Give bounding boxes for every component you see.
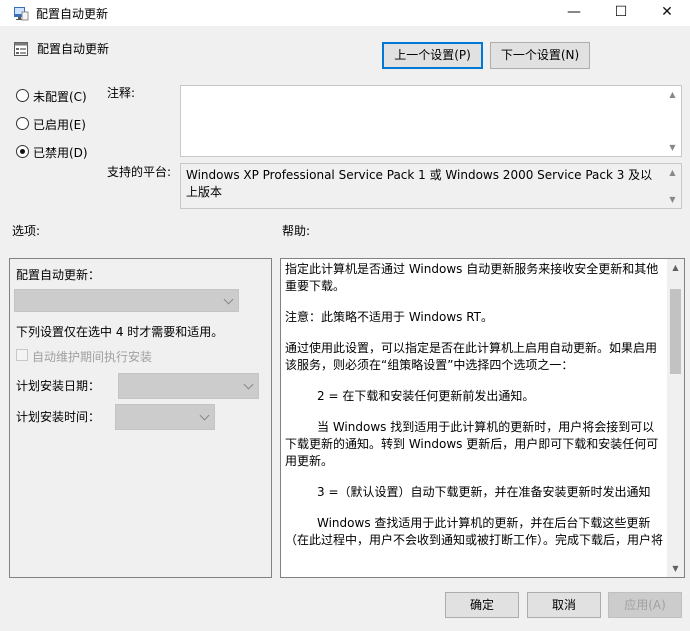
cancel-button[interactable]: 取消 bbox=[527, 592, 601, 618]
radio-label: 未配置(C) bbox=[33, 90, 87, 104]
title-bar: 配置自动更新 — ☐ ✕ bbox=[0, 0, 690, 26]
window-title: 配置自动更新 bbox=[36, 7, 109, 21]
policy-title: 配置自动更新 bbox=[37, 42, 110, 56]
scroll-up-arrow-icon[interactable]: ▲ bbox=[667, 259, 684, 276]
help-paragraph: 当 Windows 找到适用于此计算机的更新时，用户将会接到可以下载更新的通知。… bbox=[285, 420, 659, 468]
chevron-down-icon bbox=[223, 294, 234, 305]
close-button[interactable]: ✕ bbox=[644, 0, 690, 26]
next-setting-button[interactable]: 下一个设置(N) bbox=[490, 42, 590, 69]
configure-updates-select bbox=[14, 289, 239, 312]
checkbox-label: 自动维护期间执行安装 bbox=[32, 350, 153, 364]
policy-setting-icon bbox=[14, 42, 28, 56]
chevron-down-icon bbox=[199, 410, 210, 421]
previous-setting-button[interactable]: 上一个设置(P) bbox=[382, 42, 483, 69]
configure-updates-label: 配置自动更新： bbox=[16, 268, 101, 282]
platform-value: Windows XP Professional Service Pack 1 或… bbox=[186, 168, 653, 199]
install-day-label: 计划安装日期： bbox=[16, 379, 101, 393]
minimize-button[interactable]: — bbox=[551, 0, 597, 26]
platform-label: 支持的平台: bbox=[107, 165, 172, 179]
radio-circle[interactable] bbox=[16, 117, 29, 130]
radio-label: 已禁用(D) bbox=[33, 146, 88, 160]
help-panel: 指定此计算机是否通过 Windows 自动更新服务来接收安全更新和其他重要下载。… bbox=[280, 258, 685, 578]
scroll-down-arrow-icon[interactable]: ▼ bbox=[664, 191, 681, 208]
platform-field: Windows XP Professional Service Pack 1 或… bbox=[180, 163, 682, 209]
help-paragraph: 通过使用此设置，可以指定是否在此计算机上启用自动更新。如果启用该服务，则必须在“… bbox=[285, 341, 658, 372]
scroll-down-arrow-icon[interactable]: ▼ bbox=[664, 139, 681, 156]
help-paragraph: 注意：此策略不适用于 Windows RT。 bbox=[285, 310, 493, 324]
scroll-down-arrow-icon[interactable]: ▼ bbox=[667, 560, 684, 577]
options-section-label: 选项: bbox=[12, 224, 41, 238]
scroll-up-arrow-icon[interactable]: ▲ bbox=[664, 86, 681, 103]
radio-label: 已启用(E) bbox=[33, 118, 86, 132]
chevron-down-icon bbox=[243, 379, 254, 390]
options-note: 下列设置仅在选中 4 时才需要和适用。 bbox=[16, 325, 224, 339]
radio-circle[interactable] bbox=[16, 89, 29, 102]
install-time-select bbox=[115, 404, 215, 430]
help-scrollbar[interactable]: ▲ ▼ bbox=[667, 259, 684, 577]
help-paragraph: Windows 查找适用于此计算机的更新，并在后台下载这些更新（在此过程中，用户… bbox=[285, 516, 664, 547]
help-section-label: 帮助: bbox=[282, 224, 311, 238]
note-scrollbar[interactable]: ▲ ▼ bbox=[664, 86, 681, 156]
help-paragraph: 3 =（默认设置）自动下载更新，并在准备安装更新时发出通知 bbox=[317, 485, 651, 499]
group-policy-icon bbox=[14, 7, 29, 21]
note-textarea[interactable]: ▲ ▼ bbox=[180, 85, 682, 157]
note-label: 注释: bbox=[107, 86, 136, 100]
help-paragraph: 指定此计算机是否通过 Windows 自动更新服务来接收安全更新和其他重要下载。 bbox=[285, 262, 659, 293]
help-text: 指定此计算机是否通过 Windows 自动更新服务来接收安全更新和其他重要下载。… bbox=[285, 261, 665, 563]
scroll-thumb[interactable] bbox=[670, 289, 681, 374]
help-paragraph: 2 = 在下载和安装任何更新前发出通知。 bbox=[317, 389, 535, 403]
checkbox-box bbox=[16, 349, 28, 361]
radio-circle[interactable] bbox=[16, 145, 29, 158]
apply-button[interactable]: 应用(A) bbox=[608, 592, 682, 618]
maximize-button[interactable]: ☐ bbox=[598, 0, 644, 26]
install-time-label: 计划安装时间： bbox=[16, 410, 101, 424]
install-day-select bbox=[118, 373, 259, 399]
options-panel: 配置自动更新： 下列设置仅在选中 4 时才需要和适用。 自动维护期间执行安装 计… bbox=[9, 258, 272, 578]
platform-scrollbar[interactable]: ▲ ▼ bbox=[664, 164, 681, 208]
scroll-up-arrow-icon[interactable]: ▲ bbox=[664, 164, 681, 181]
ok-button[interactable]: 确定 bbox=[445, 592, 519, 618]
